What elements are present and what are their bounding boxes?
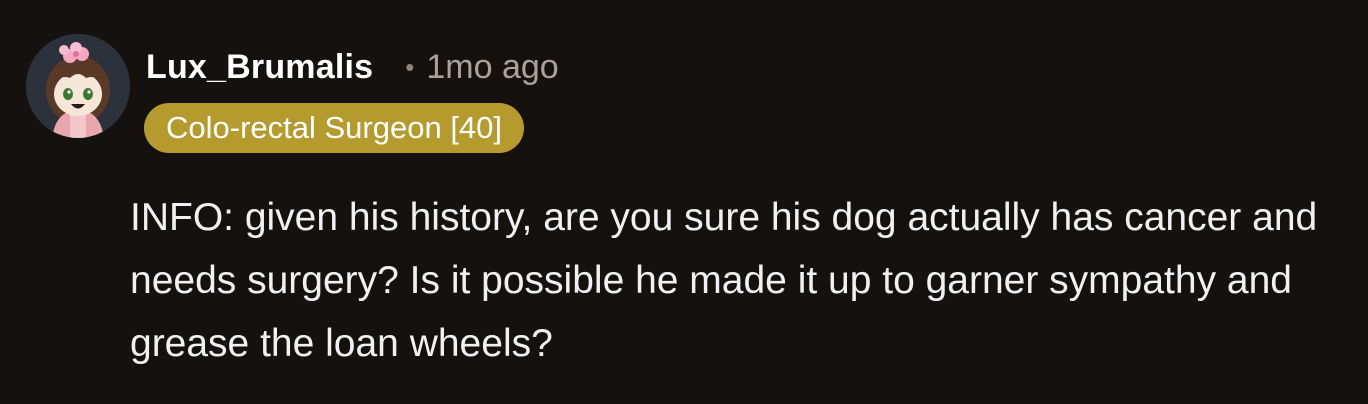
comment-card: Lux_Brumalis • 1mo ago Colo-rectal Surge… bbox=[0, 0, 1368, 404]
user-flair-badge: Colo-rectal Surgeon [40] bbox=[144, 103, 525, 153]
avatar-icon bbox=[26, 34, 130, 138]
avatar[interactable] bbox=[26, 34, 130, 138]
timestamp[interactable]: 1mo ago bbox=[426, 48, 558, 87]
username-link[interactable]: Lux_Brumalis bbox=[146, 48, 373, 87]
comment-header: Lux_Brumalis • 1mo ago bbox=[146, 44, 559, 90]
separator-dot: • bbox=[405, 51, 415, 82]
comment-body: INFO: given his history, are you sure hi… bbox=[130, 196, 1318, 365]
